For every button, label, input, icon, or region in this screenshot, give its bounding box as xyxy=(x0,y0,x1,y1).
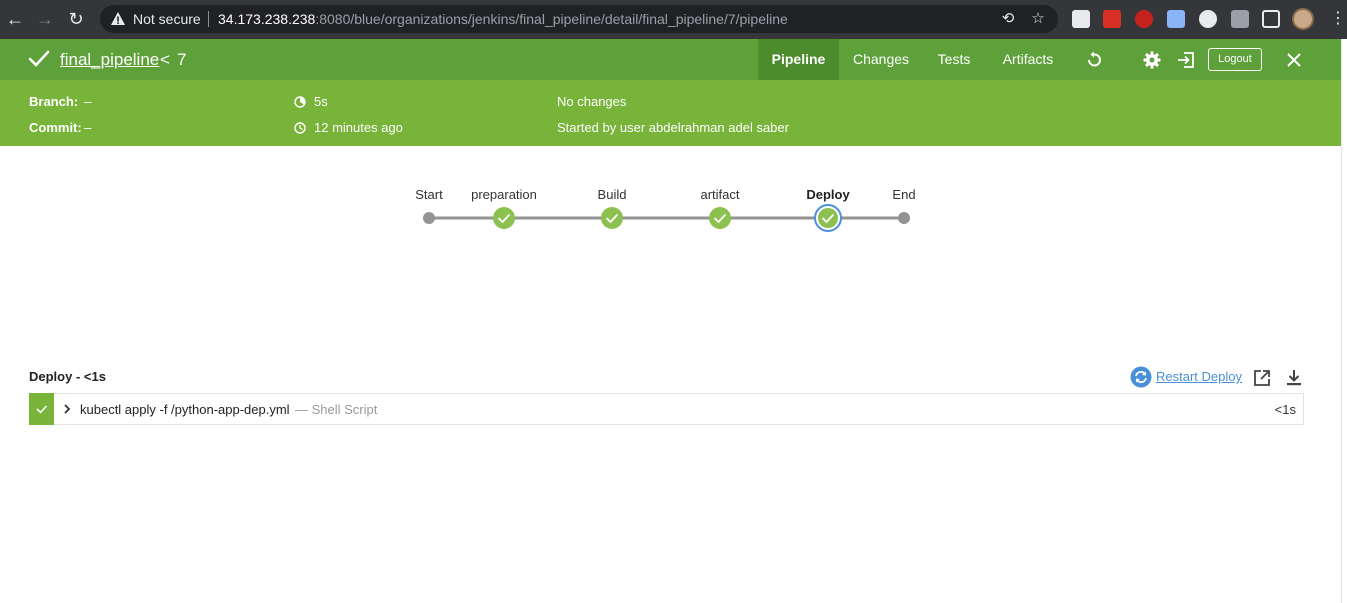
stage-node-artifact[interactable] xyxy=(709,207,731,229)
extension-icon[interactable] xyxy=(1135,10,1153,28)
time-ago: 12 minutes ago xyxy=(314,120,403,135)
reload-icon[interactable]: ↻ xyxy=(66,9,86,29)
url-text[interactable]: 34.173.238.238:8080/blue/organizations/j… xyxy=(218,11,788,27)
branch-label: Branch: xyxy=(29,94,79,109)
run-summary: Branch: – Commit: – 5s 12 minutes ago No… xyxy=(0,80,1341,146)
download-icon[interactable] xyxy=(1285,369,1303,387)
share-icon[interactable]: ⟲ xyxy=(998,9,1018,29)
back-arrow-icon[interactable]: ← xyxy=(5,9,25,29)
run-number: 7 xyxy=(177,50,187,69)
address-bar[interactable]: Not secure 34.173.238.238:8080/blue/orga… xyxy=(100,5,1058,33)
stage-node-build[interactable] xyxy=(601,207,623,229)
extension-icon[interactable] xyxy=(1199,10,1217,28)
step-status-success xyxy=(29,393,54,425)
step-row[interactable]: kubectl apply -f /python-app-dep.yml — S… xyxy=(29,393,1304,425)
tab-changes[interactable]: Changes xyxy=(849,39,913,80)
omnibox-separator xyxy=(208,11,209,27)
step-duration: <1s xyxy=(1274,402,1296,417)
bookmark-star-icon[interactable]: ☆ xyxy=(1028,9,1048,29)
extension-icon[interactable] xyxy=(1103,10,1121,28)
run-header: final_pipeline < 7 Pipeline Changes Test… xyxy=(0,39,1341,80)
warning-icon xyxy=(111,12,125,25)
forward-arrow-icon[interactable]: → xyxy=(35,9,55,29)
avatar[interactable] xyxy=(1292,8,1314,30)
stage-detail-title: Deploy - <1s xyxy=(29,369,106,384)
clock-icon xyxy=(294,122,306,134)
stage-node-deploy[interactable] xyxy=(814,204,842,232)
changes-summary: No changes xyxy=(557,94,627,109)
restart-stage-label[interactable]: Restart Deploy xyxy=(1156,369,1242,384)
duration-value: 5s xyxy=(314,94,328,109)
gear-icon[interactable] xyxy=(1143,51,1161,69)
tab-tests[interactable]: Tests xyxy=(931,39,977,80)
chevron-right-icon[interactable] xyxy=(62,402,72,416)
puzzle-icon[interactable] xyxy=(1231,10,1249,28)
security-label: Not secure xyxy=(133,11,201,27)
browser-toolbar: ← → ↻ Not secure 34.173.238.238:8080/blu… xyxy=(0,0,1347,39)
tab-artifacts[interactable]: Artifacts xyxy=(996,39,1060,80)
open-in-new-icon[interactable] xyxy=(1253,369,1271,387)
start-node xyxy=(423,212,435,224)
step-type: — Shell Script xyxy=(295,402,378,417)
step-check-icon xyxy=(36,405,48,414)
pipeline-graph: Start preparation Build artifact Deploy … xyxy=(0,146,1341,296)
replay-icon[interactable] xyxy=(1085,51,1103,69)
scrollbar-gutter xyxy=(1341,39,1347,603)
pipeline-name-link[interactable]: final_pipeline xyxy=(60,50,159,70)
exit-classic-icon[interactable] xyxy=(1177,51,1195,69)
logout-button[interactable]: Logout xyxy=(1208,48,1262,71)
branch-value: – xyxy=(84,94,92,109)
menu-kebab-icon[interactable]: ⋮ xyxy=(1330,9,1346,29)
tab-pipeline[interactable]: Pipeline xyxy=(758,39,839,80)
success-check-icon xyxy=(28,50,50,67)
commit-label: Commit: xyxy=(29,120,82,135)
side-panel-icon[interactable] xyxy=(1262,10,1280,28)
extension-icon[interactable] xyxy=(1072,10,1090,28)
breadcrumb-separator: < xyxy=(160,50,170,69)
commit-value: – xyxy=(84,120,92,135)
pipeline-graph-svg xyxy=(423,204,910,232)
restart-icon xyxy=(1130,366,1152,388)
close-icon[interactable] xyxy=(1285,51,1303,69)
started-by: Started by user abdelrahman adel saber xyxy=(557,120,789,135)
stage-node-preparation[interactable] xyxy=(493,207,515,229)
step-command: kubectl apply -f /python-app-dep.yml xyxy=(80,402,290,417)
extension-icon[interactable] xyxy=(1167,10,1185,28)
duration-icon xyxy=(294,96,306,108)
end-node xyxy=(898,212,910,224)
